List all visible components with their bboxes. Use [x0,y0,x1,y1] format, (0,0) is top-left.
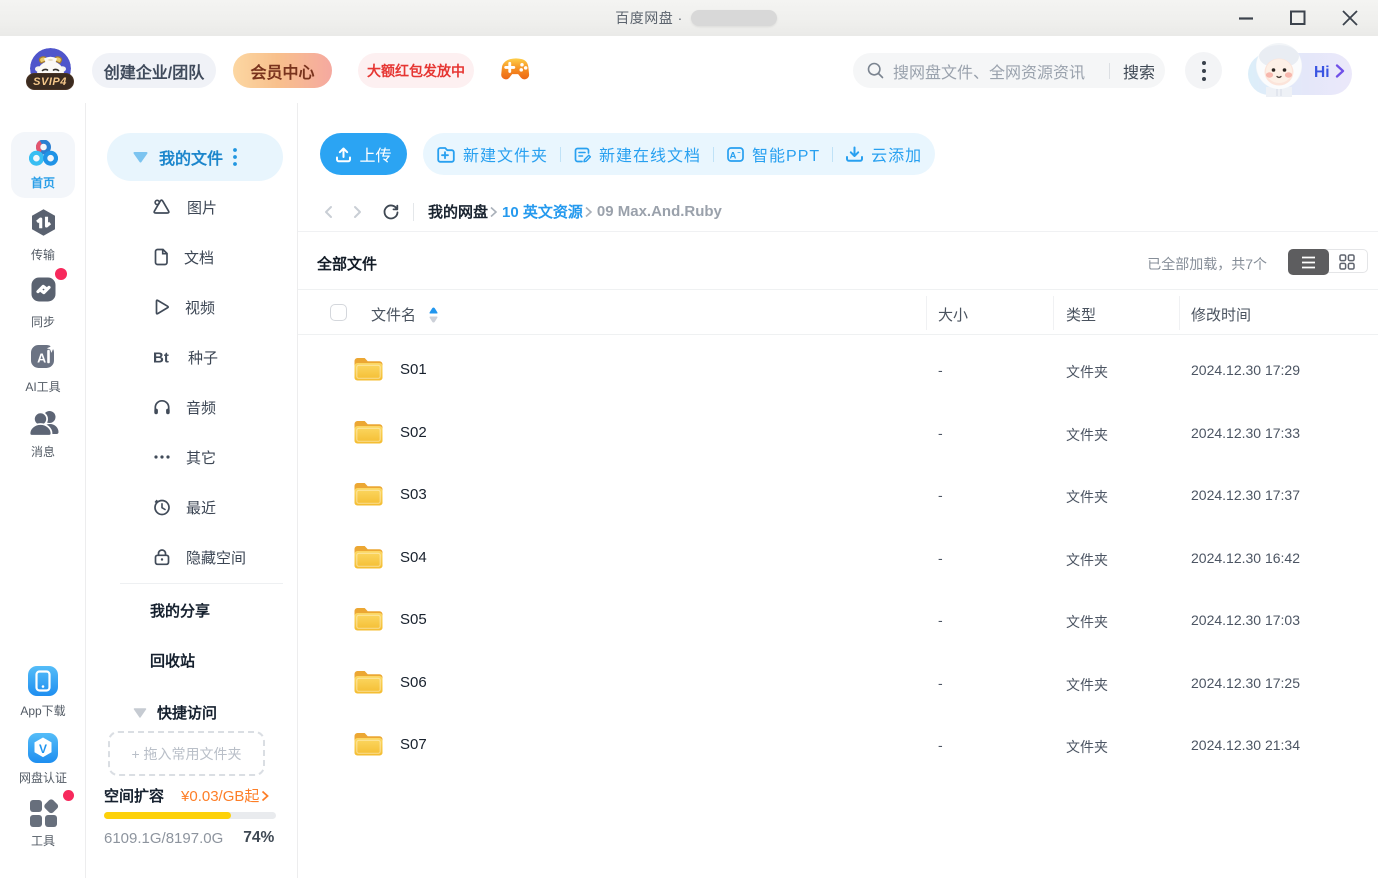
svg-text:Bt: Bt [153,350,169,367]
svg-text:A: A [37,352,46,366]
svg-text:Aˉ: Aˉ [730,150,742,161]
svg-text:V: V [39,742,47,756]
